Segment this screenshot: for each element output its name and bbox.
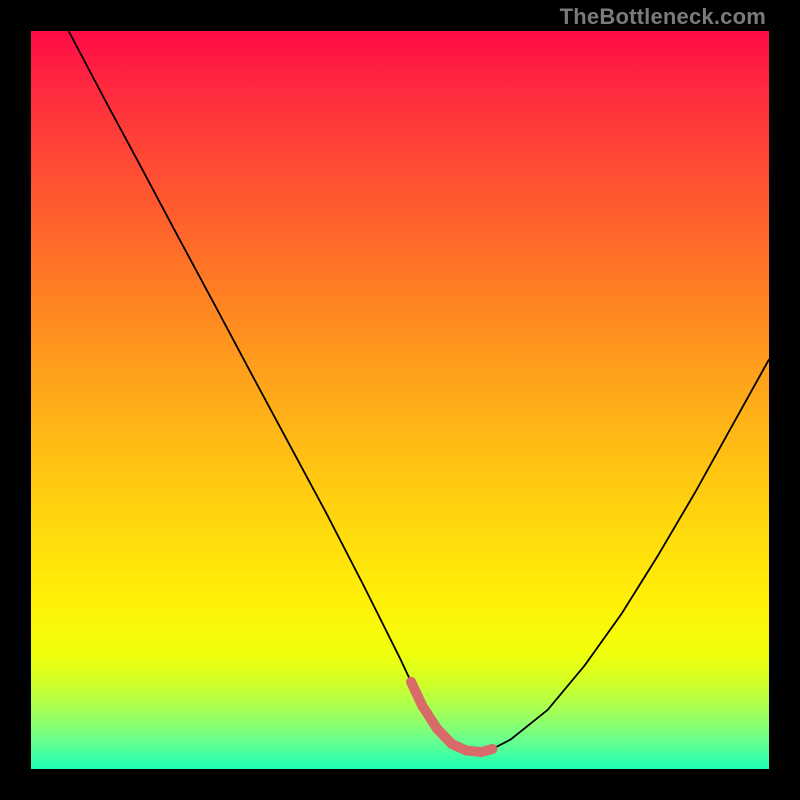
chart-frame: TheBottleneck.com [0,0,800,800]
watermark-text: TheBottleneck.com [560,4,766,30]
valley-spline-point [417,701,427,711]
valley-spline-point [432,723,442,733]
bottleneck-curve [69,31,769,752]
valley-spline-point [487,744,497,754]
valley-spline-point [476,747,486,757]
valley-spline-point [461,746,471,756]
chart-svg [31,31,769,769]
valley-spline-point [447,739,457,749]
valley-spline-point [406,677,416,687]
